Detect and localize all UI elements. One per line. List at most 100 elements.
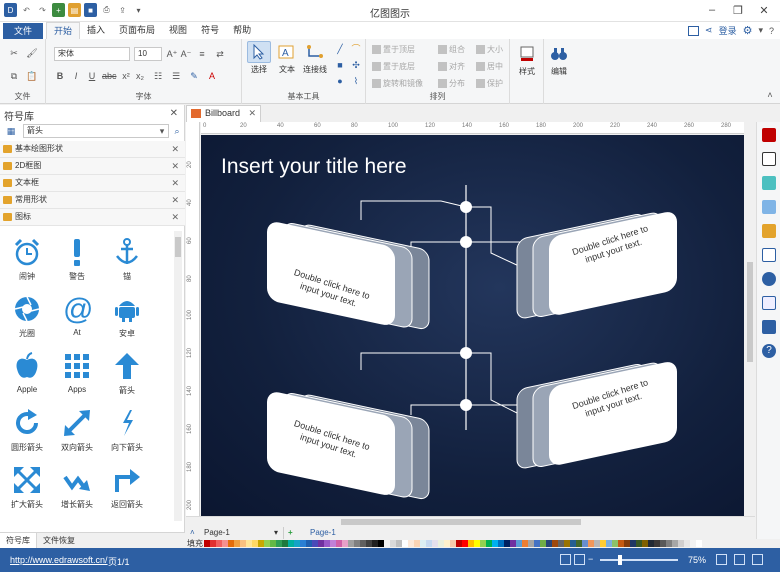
shape-arrow-down[interactable]: 向下箭头 [102,402,152,459]
select-tool-button[interactable]: 选择 [246,41,272,75]
paste-icon[interactable]: 📋 [26,70,38,82]
crosshair-icon[interactable]: ✣ [350,59,362,71]
page-selector[interactable]: Page-1 [204,527,284,539]
page-dropdown-icon[interactable]: ▾ [274,527,278,539]
page-nav-up-icon[interactable]: ˄ [190,527,195,539]
help-icon[interactable]: ? [769,26,774,36]
align-icon[interactable]: ≡ [196,48,208,60]
library-dropdown-icon[interactable]: ▾ [156,125,168,137]
superscript-icon[interactable]: x² [120,70,132,82]
tab-symbols[interactable]: 符号 [194,22,226,39]
website-link[interactable]: http://www.edrawsoft.cn/ [10,555,108,565]
rectangle-icon[interactable]: ■ [334,59,346,71]
zoom-slider[interactable] [600,555,678,565]
group-button[interactable]: 组合 [438,44,465,55]
connector-node[interactable] [460,399,472,411]
line-style-icon[interactable] [762,152,776,166]
color-swatch[interactable] [696,540,702,547]
tab-insert[interactable]: 插入 [80,22,112,39]
protect-button[interactable]: 保护 [476,78,503,89]
shape-partial[interactable] [102,516,152,521]
bullet-list-icon[interactable]: ☰ [170,70,182,82]
library-item-textbox[interactable]: 文本框 ✕ [0,175,185,192]
vertical-scroll-thumb[interactable] [747,262,753,362]
horizontal-scroll-thumb[interactable] [341,519,581,525]
edit-button[interactable]: 编辑 [546,43,572,77]
polyline-icon[interactable]: ⌇ [350,75,362,87]
view-grid-icon[interactable] [574,554,585,565]
hyperlink-icon[interactable] [762,272,776,286]
publish-icon[interactable] [688,25,700,36]
shadow-icon[interactable] [762,176,776,190]
document-close-icon[interactable]: ✕ [248,106,256,121]
card-stack-top-left[interactable] [267,216,430,334]
shape-expand-arrows[interactable]: 扩大箭头 [2,459,52,516]
underline-icon[interactable]: U [86,70,98,82]
shape-circular-arrow[interactable]: 圆形箭头 [2,402,52,459]
library-item-common-shapes[interactable]: 常用形状 ✕ [0,192,185,209]
tab-help[interactable]: 帮助 [226,22,258,39]
shape-at[interactable]: @ At [52,288,102,345]
tab-symbol-library[interactable]: 符号库 [0,533,37,548]
add-page-icon[interactable]: + [288,527,293,539]
library-scroll-thumb[interactable] [175,237,181,257]
comment-icon[interactable] [762,320,776,334]
library-item-close-icon[interactable]: ✕ [171,209,179,225]
italic-icon[interactable]: I [70,70,82,82]
layers-icon[interactable] [762,224,776,238]
document-tab[interactable]: Billboard ✕ [186,105,261,122]
subscript-icon[interactable]: x₂ [134,70,146,82]
collapse-ribbon-icon[interactable]: ˄ [764,89,776,101]
highlight-icon[interactable]: ✎ [188,70,200,82]
font-size-select[interactable]: 10 [134,47,162,61]
library-item-icons[interactable]: 图标 ✕ [0,209,185,226]
connector-node[interactable] [460,201,472,213]
font-color-icon[interactable]: A [206,70,218,82]
tab-view[interactable]: 视图 [162,22,194,39]
restore-icon[interactable]: ❐ [726,2,750,18]
bold-icon[interactable]: B [54,70,66,82]
page-icon[interactable] [762,248,776,262]
library-item-basic-shapes[interactable]: 基本绘图形状 ✕ [0,141,185,158]
canvas-horizontal-scrollbar[interactable] [186,516,755,526]
shape-partial[interactable] [52,516,102,521]
library-item-close-icon[interactable]: ✕ [171,192,179,208]
settings-dropdown-icon[interactable]: ▾ [758,25,763,36]
shape-return-arrow[interactable]: 返回箭头 [102,459,152,516]
shrink-font-icon[interactable]: A⁻ [180,48,192,60]
grow-font-icon[interactable]: A⁺ [166,48,178,60]
library-item-close-icon[interactable]: ✕ [171,141,179,157]
share-icon[interactable]: ⋖ [705,25,713,36]
library-grid-icon[interactable]: ▦ [5,125,17,137]
center-button[interactable]: 居中 [476,61,503,72]
text-direction-icon[interactable]: ⇄ [214,48,226,60]
library-item-close-icon[interactable]: ✕ [171,158,179,174]
close-icon[interactable]: ✕ [752,2,776,18]
distribute-button[interactable]: 分布 [438,78,465,89]
shape-apple[interactable]: Apple [2,345,52,402]
settings-gear-icon[interactable]: ⚙ [743,24,753,37]
billboard-page[interactable]: Insert your title here Double click here… [201,135,744,516]
library-item-2d-block[interactable]: 2D框图 ✕ [0,158,185,175]
login-link[interactable]: 登录 [719,24,737,37]
shape-apps[interactable]: Apps [52,345,102,402]
numbered-list-icon[interactable]: ☷ [152,70,164,82]
strikethrough-icon[interactable]: abc [102,70,117,82]
text-tool-button[interactable]: A 文本 [274,41,300,75]
view-normal-icon[interactable] [560,554,571,565]
search-icon[interactable]: ⌕ [171,125,183,137]
drawing-canvas[interactable]: Insert your title here Double click here… [201,135,744,516]
minimize-icon[interactable]: – [700,2,724,18]
shape-aperture[interactable]: 光圈 [2,288,52,345]
library-close-icon[interactable]: ✕ [170,108,178,119]
line-icon[interactable]: ╱ [334,43,346,55]
cut-icon[interactable]: ✂ [8,47,20,59]
library-scrollbar[interactable] [174,231,182,521]
arc-icon[interactable]: ⌒ [350,43,362,55]
tab-file-recovery[interactable]: 文件恢复 [37,533,81,548]
help-circle-icon[interactable]: ? [762,344,776,358]
attachment-icon[interactable] [762,296,776,310]
shape-android[interactable]: 安卓 [102,288,152,345]
fullscreen-icon[interactable] [752,554,763,565]
align-button[interactable]: 对齐 [438,61,465,72]
